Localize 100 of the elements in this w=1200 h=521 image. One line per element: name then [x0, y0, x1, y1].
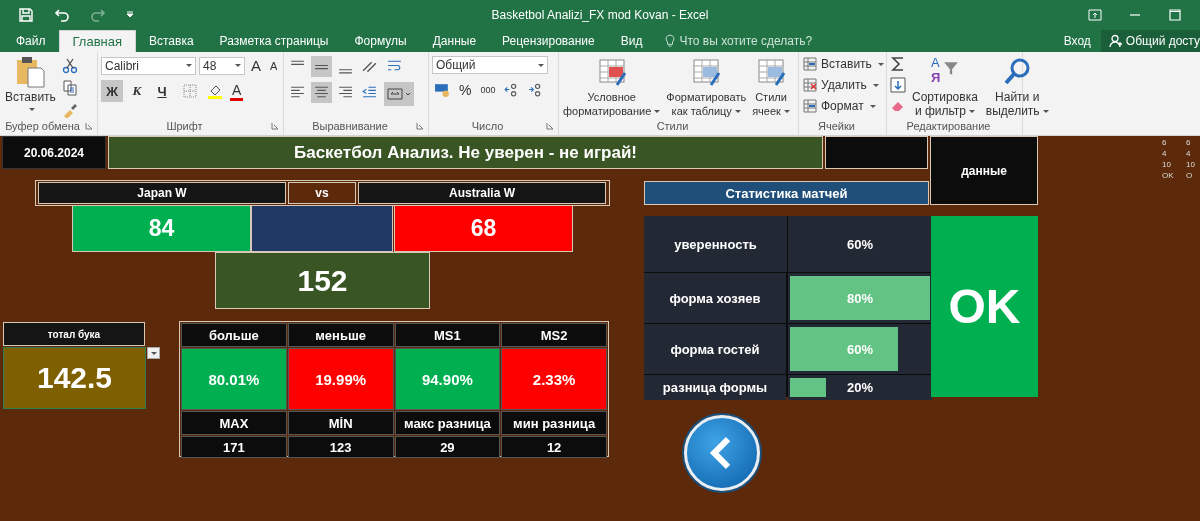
font-style-button[interactable]: Ж	[101, 80, 123, 102]
column-header: MİN	[287, 411, 394, 435]
ribbon-tab[interactable]: Рецензирование	[489, 30, 608, 52]
probability-cell: 19.99%	[287, 348, 394, 410]
table-grid-icon	[756, 56, 787, 88]
find-select-button[interactable]: Найти и выделить	[983, 56, 1051, 118]
window-title: Basketbol Analizi_FX mod Kovan - Excel	[491, 8, 709, 22]
away-score: 68	[394, 205, 573, 252]
ribbon-tab[interactable]: Вставка	[136, 30, 207, 52]
share-button[interactable]: Общий досту	[1100, 30, 1200, 52]
ribbon-tab[interactable]: Файл	[0, 30, 59, 52]
vertical-align-icon[interactable]	[311, 56, 332, 77]
column-header: мин разница	[501, 411, 607, 435]
horizontal-align-icon[interactable]	[311, 82, 332, 103]
cell-value: 10	[1162, 160, 1172, 169]
table-cell: 171	[181, 436, 287, 458]
ribbon-tab[interactable]: Главная	[58, 30, 136, 52]
group-label: Стили	[655, 119, 690, 134]
group-label: Буфер обмена	[4, 119, 81, 134]
shrink-font-button[interactable]: A	[267, 58, 281, 73]
cell-value: 10	[1186, 160, 1196, 169]
verdict-cell: OK	[931, 216, 1038, 397]
ribbon-tab[interactable]: Разметка страницы	[206, 30, 342, 52]
ribbon-tab[interactable]: Вид	[607, 30, 656, 52]
stat-value: 80%	[847, 290, 873, 306]
fill-color-icon[interactable]	[207, 83, 223, 99]
ribbon-display-icon[interactable]	[1088, 9, 1102, 21]
stat-value: 60%	[847, 236, 873, 252]
sort-filter-button[interactable]: А Я Сортировка и фильтр	[910, 56, 980, 118]
copy-icon[interactable]	[61, 80, 78, 96]
sign-in-link[interactable]: Вход	[1053, 30, 1101, 52]
column-header: MAX	[181, 411, 287, 435]
stat-label: уверенность	[644, 216, 787, 272]
table-cell: 29	[394, 436, 501, 458]
person-add-icon	[1108, 34, 1123, 48]
ribbon-tab[interactable]: Данные	[419, 30, 490, 52]
total-score: 152	[215, 252, 430, 309]
group-label: Редактирование	[905, 119, 992, 134]
stat-value: 20%	[847, 380, 873, 395]
number-format-dropdown[interactable]: Общий	[432, 56, 548, 74]
column-header: MS1	[394, 323, 501, 347]
customize-icon[interactable]	[126, 11, 134, 19]
column-header: макс разница	[394, 411, 501, 435]
dialog-launcher-icon[interactable]	[271, 122, 279, 130]
save-icon[interactable]	[18, 7, 34, 23]
cells-menu-button[interactable]: Удалить	[802, 77, 879, 93]
styles-button[interactable]: Условное форматирование	[562, 56, 662, 118]
font-color-button[interactable]: A	[230, 81, 244, 101]
font-name-dropdown[interactable]: Calibri	[101, 56, 196, 75]
bookmaker-total-value[interactable]: 142.5	[3, 347, 146, 409]
tell-me-field[interactable]: Что вы хотите сделать?	[677, 30, 822, 52]
cell-value: OK	[1162, 171, 1172, 180]
dialog-launcher-icon[interactable]	[85, 122, 93, 130]
group-label: Число	[470, 119, 505, 134]
font-style-button[interactable]: К	[126, 80, 148, 102]
font-size-dropdown[interactable]: 48	[199, 56, 245, 75]
stats-title-cell: Статистика матчей	[644, 181, 929, 205]
cell-value: 4	[1162, 149, 1168, 158]
undo-icon[interactable]	[54, 7, 70, 23]
maximize-icon[interactable]	[1168, 9, 1182, 21]
back-button[interactable]	[684, 415, 760, 491]
grow-font-button[interactable]: A	[248, 56, 264, 75]
cell-value: 4	[1186, 149, 1192, 158]
dropdown-button[interactable]	[147, 347, 160, 359]
percent-button[interactable]: %	[456, 80, 475, 99]
scissors-icon[interactable]	[61, 58, 78, 74]
group-label: Шрифт	[165, 119, 204, 134]
lightbulb-icon	[665, 34, 676, 48]
table-cell: 123	[287, 436, 394, 458]
table-cell: 12	[501, 436, 607, 458]
table-grid-icon	[691, 56, 722, 88]
dialog-launcher-icon[interactable]	[416, 122, 424, 130]
styles-button[interactable]: Стили ячеек	[751, 56, 791, 118]
cells-menu-button[interactable]: Формат	[802, 98, 876, 114]
cells-menu-button[interactable]: Вставить	[802, 56, 884, 72]
styles-button[interactable]: Форматировать как таблицу	[665, 56, 748, 118]
clipboard-icon	[15, 56, 46, 88]
probability-cell: 2.33%	[501, 348, 607, 410]
sum-icon[interactable]	[890, 56, 906, 72]
group-label: Выравнивание	[311, 119, 389, 134]
stat-value: 60%	[847, 341, 873, 357]
thousands-button[interactable]: 000	[477, 83, 499, 96]
vs-cell: vs	[288, 182, 356, 204]
column-header: MS2	[501, 323, 607, 347]
fill-down-icon[interactable]	[890, 77, 906, 93]
cell-value: 6	[1162, 138, 1168, 147]
home-score: 84	[72, 205, 251, 252]
dialog-launcher-icon[interactable]	[546, 122, 554, 130]
paste-button[interactable]: Вставить	[3, 56, 58, 111]
cell-value: 6	[1186, 138, 1192, 147]
caret-icon	[28, 108, 35, 111]
font-style-button[interactable]: Ч	[151, 80, 173, 102]
title-cell: Баскетбол Анализ. Не уверен - не играй!	[108, 136, 823, 169]
group-label: Ячейки	[817, 119, 856, 134]
stat-label: разница формы	[644, 375, 786, 400]
table-grid-icon	[596, 56, 627, 88]
team-name: Australia W	[358, 182, 606, 204]
column-header: меньше	[287, 323, 394, 347]
ribbon-tab[interactable]: Формулы	[341, 30, 420, 52]
data-button[interactable]: данные	[930, 136, 1038, 205]
